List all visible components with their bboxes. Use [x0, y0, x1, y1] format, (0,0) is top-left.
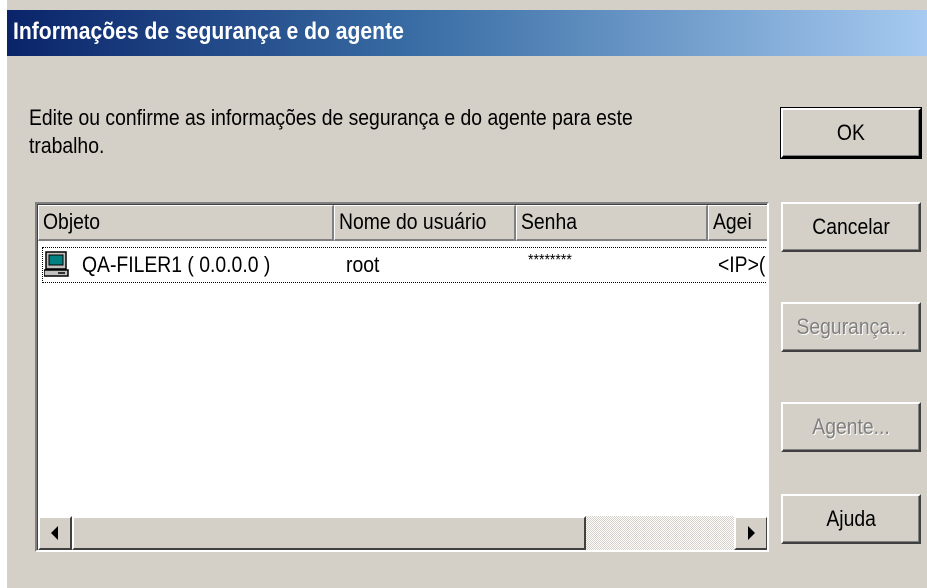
scroll-thumb[interactable]: [72, 516, 586, 550]
security-button[interactable]: Segurança...: [781, 302, 921, 352]
computer-icon: [44, 251, 69, 277]
scroll-track[interactable]: [72, 516, 734, 550]
objects-list[interactable]: Objeto Nome do usuário Senha Agei QA-FIL…: [35, 202, 769, 552]
column-header-agent[interactable]: Agei: [708, 205, 767, 241]
title-bar[interactable]: Informações de segurança e do agente: [7, 10, 927, 56]
ok-button-label: OK: [837, 120, 865, 145]
agent-button-label: Agente...: [812, 414, 890, 439]
description-line-1: Edite ou confirme as informações de segu…: [29, 105, 633, 130]
table-row[interactable]: QA-FILER1 ( 0.0.0.0 ) root ******** <IP>…: [42, 247, 767, 283]
column-header-password[interactable]: Senha: [516, 205, 708, 241]
list-header: Objeto Nome do usuário Senha Agei: [38, 205, 767, 241]
scroll-right-button[interactable]: [734, 516, 767, 550]
column-header-username[interactable]: Nome do usuário: [334, 205, 516, 241]
security-agent-dialog: Informações de segurança e do agente Edi…: [6, 0, 927, 588]
window-title: Informações de segurança e do agente: [13, 18, 404, 45]
ok-button[interactable]: OK: [780, 107, 922, 159]
cell-password: ********: [528, 252, 572, 269]
column-header-object[interactable]: Objeto: [38, 205, 334, 241]
cell-object: QA-FILER1 ( 0.0.0.0 ): [82, 252, 271, 277]
help-button[interactable]: Ajuda: [781, 494, 921, 544]
cell-username: root: [346, 252, 380, 277]
description-text: Edite ou confirme as informações de segu…: [29, 104, 663, 160]
scroll-left-button[interactable]: [38, 516, 72, 550]
horizontal-scrollbar[interactable]: [38, 516, 767, 550]
arrow-left-icon: [51, 526, 58, 540]
description-line-2: trabalho.: [29, 133, 105, 158]
cancel-button[interactable]: Cancelar: [781, 202, 921, 252]
arrow-right-icon: [748, 526, 755, 540]
help-button-label: Ajuda: [826, 506, 876, 531]
cancel-button-label: Cancelar: [812, 214, 890, 239]
cell-agent: <IP>(: [718, 252, 766, 277]
security-button-label: Segurança...: [796, 314, 906, 339]
agent-button[interactable]: Agente...: [781, 402, 921, 452]
